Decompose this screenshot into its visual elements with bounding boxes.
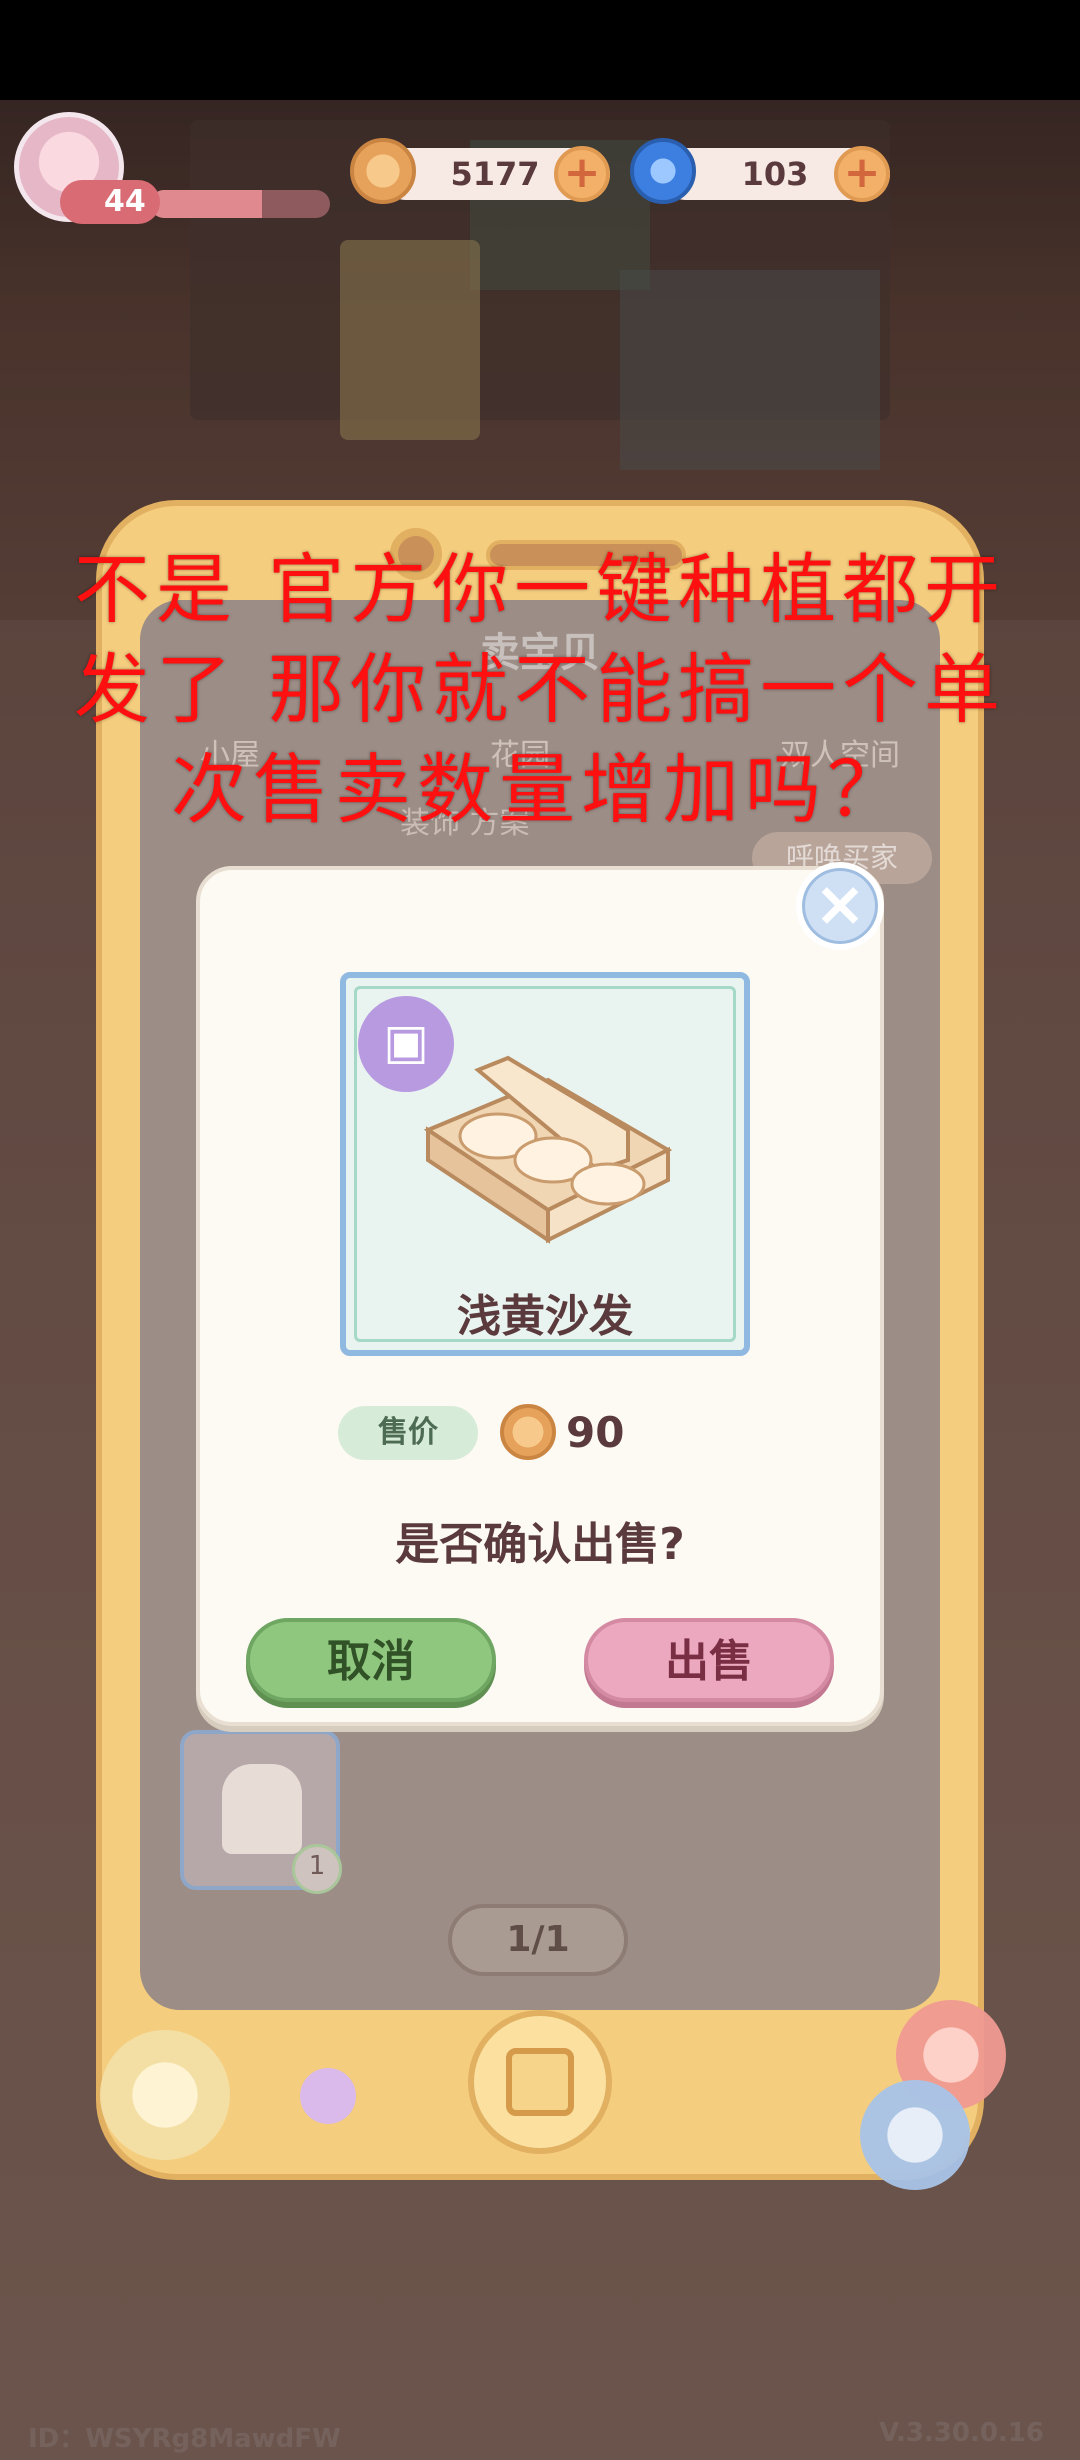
app-version: V.3.30.0.16 bbox=[879, 2418, 1044, 2448]
xp-fill bbox=[150, 190, 262, 218]
page-indicator: 1/1 bbox=[448, 1904, 628, 1976]
item-name: 浅黄沙发 bbox=[457, 1291, 633, 1342]
xp-bar bbox=[150, 190, 330, 218]
sofa-icon bbox=[423, 1055, 673, 1244]
sell-button[interactable]: 出售 bbox=[584, 1618, 834, 1702]
overlay-line-1: 不是 官方你一键种植都开 bbox=[73, 545, 1007, 634]
coin-icon bbox=[500, 1404, 556, 1460]
cancel-button[interactable]: 取消 bbox=[246, 1618, 496, 1702]
confirm-question: 是否确认出售? bbox=[395, 1519, 685, 1570]
swirl-gem-icon bbox=[630, 138, 696, 204]
item-count-badge: 1 bbox=[292, 1844, 342, 1894]
overlay-line-3: 次售卖数量增加吗？ bbox=[171, 745, 909, 834]
overlay-line-2: 发了 那你就不能搞一个单 bbox=[73, 645, 1007, 734]
home-square-icon bbox=[506, 2048, 574, 2116]
level-badge: 44 bbox=[60, 180, 160, 224]
scooter-icon bbox=[222, 1764, 302, 1854]
add-coins-button[interactable]: + bbox=[554, 146, 610, 202]
phone-home-button[interactable] bbox=[468, 2010, 612, 2154]
close-button[interactable]: × bbox=[796, 862, 884, 950]
price-label: 售价 bbox=[338, 1406, 478, 1460]
player-id: ID：WSYRg8MawdFW bbox=[28, 2424, 341, 2454]
cream-rose-decoration bbox=[100, 2030, 230, 2160]
inventory-item-scooter[interactable]: 1 bbox=[180, 1730, 342, 1894]
coin-icon bbox=[350, 138, 416, 204]
price-value: 90 bbox=[566, 1408, 625, 1457]
blue-rose-decoration bbox=[860, 2080, 970, 2190]
lilac-sparkle-decoration bbox=[300, 2068, 356, 2124]
overlay-caption: 不是 官方你一键种植都开 发了 那你就不能搞一个单 次售卖数量增加吗？ bbox=[0, 540, 1080, 840]
add-gems-button[interactable]: + bbox=[834, 146, 890, 202]
